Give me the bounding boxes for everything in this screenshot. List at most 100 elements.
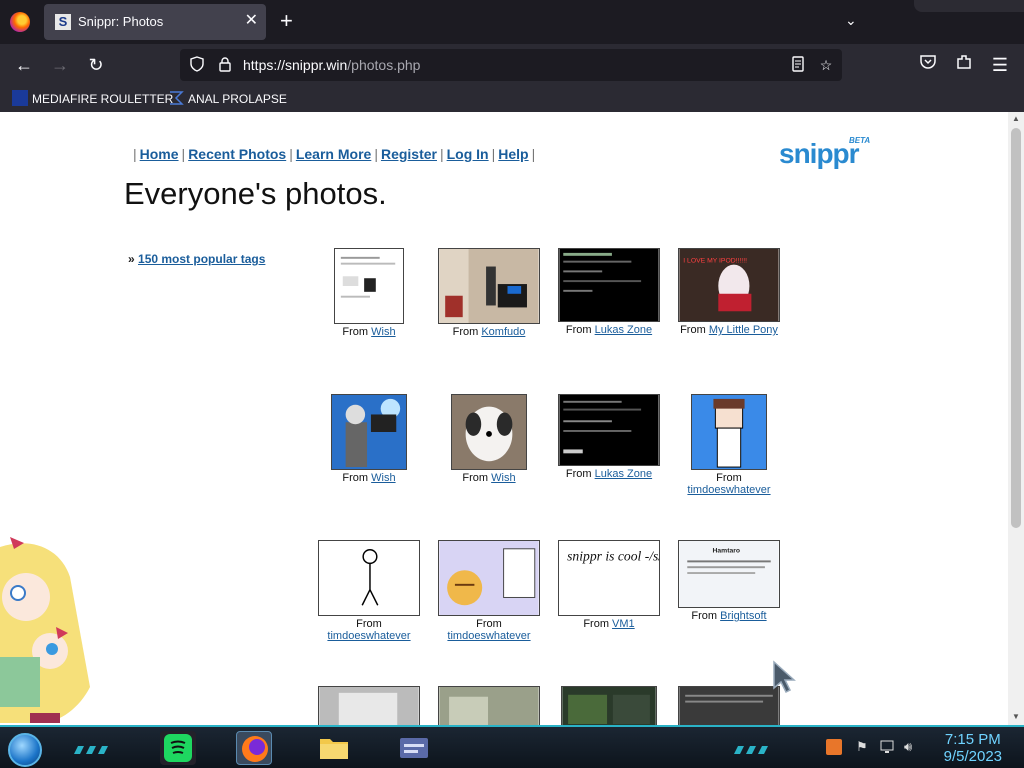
- photo-thumbnail[interactable]: [558, 248, 660, 322]
- from-label: From: [356, 618, 382, 630]
- volume-icon[interactable]: 🔊︎: [904, 739, 912, 755]
- snippr-favicon-icon: S: [55, 14, 71, 30]
- photo-thumbnail[interactable]: Hamtaro: [678, 540, 780, 608]
- photo-thumbnail[interactable]: [438, 686, 540, 725]
- tags-prefix: »: [128, 252, 135, 266]
- photo-thumbnail[interactable]: [561, 686, 657, 725]
- photo-thumbnail[interactable]: [318, 686, 420, 725]
- flag-icon[interactable]: ⚑: [856, 739, 868, 755]
- tab-snippr-photos[interactable]: S Snippr: Photos ✕: [44, 4, 266, 40]
- lock-icon[interactable]: [216, 56, 234, 74]
- app-window-button[interactable]: [396, 731, 432, 765]
- from-label: From: [452, 326, 479, 338]
- back-arrow-icon[interactable]: ←: [12, 53, 36, 77]
- photo-source-link[interactable]: Lukas Zone: [595, 324, 652, 336]
- photo-source-link[interactable]: VM1: [612, 618, 635, 630]
- photo-source-link[interactable]: Lukas Zone: [595, 468, 652, 480]
- photo-source-link[interactable]: Wish: [371, 472, 395, 484]
- firefox-icon[interactable]: [10, 12, 30, 32]
- photo-thumbnail[interactable]: I LOVE MY IPOD!!!!!!: [678, 248, 780, 322]
- photo-caption: From timdoeswhatever: [438, 618, 540, 642]
- firefox-app-button[interactable]: [236, 731, 272, 765]
- spotify-app-button[interactable]: [160, 731, 196, 765]
- network-icon[interactable]: [880, 739, 896, 758]
- browser-nav-bar: ← → ↻ https://snippr.win/photos.php ☆ ☰: [0, 44, 1024, 86]
- bookmark-mediafire[interactable]: MEDIAFIRE ROULETTER: [12, 90, 173, 108]
- forward-arrow-icon[interactable]: →: [48, 53, 72, 77]
- nav-learn-more[interactable]: Learn More: [296, 146, 371, 162]
- from-label: From: [583, 618, 609, 630]
- extensions-icon[interactable]: [952, 53, 976, 77]
- scroll-down-icon[interactable]: ▼: [1011, 712, 1021, 721]
- bookmark-second[interactable]: ANAL PROLAPSE: [168, 90, 287, 108]
- from-label: From: [342, 326, 369, 338]
- scroll-up-icon[interactable]: ▲: [1011, 114, 1021, 123]
- hamburger-menu-icon[interactable]: ☰: [988, 53, 1012, 77]
- photo-source-link[interactable]: Komfudo: [481, 326, 525, 338]
- shield-icon[interactable]: [188, 56, 206, 74]
- nav-recent-photos[interactable]: Recent Photos: [188, 146, 286, 162]
- photo-caption: From Lukas Zone: [558, 468, 660, 480]
- close-icon[interactable]: ✕: [245, 12, 258, 30]
- photo-caption: From Brightsoft: [678, 610, 780, 622]
- snippr-logo[interactable]: snippr BETA: [779, 136, 879, 174]
- window-decoration: [914, 0, 1024, 12]
- photo-thumbnail[interactable]: [318, 540, 420, 616]
- photo-source-link[interactable]: timdoeswhatever: [327, 630, 410, 642]
- nav-home[interactable]: Home: [140, 146, 179, 162]
- scrollbar-thumb[interactable]: [1011, 128, 1021, 528]
- photo-source-link[interactable]: timdoeswhatever: [447, 630, 530, 642]
- clock[interactable]: 7:15 PM 9/5/2023: [944, 731, 1002, 765]
- photo-thumbnail[interactable]: [558, 394, 660, 466]
- app-tray-icon[interactable]: [826, 739, 842, 758]
- page-scrollbar[interactable]: ▲ ▼: [1008, 112, 1024, 725]
- pocket-icon[interactable]: [916, 53, 940, 77]
- star-bookmark-icon[interactable]: ☆: [817, 56, 835, 74]
- nav-register[interactable]: Register: [381, 146, 437, 162]
- from-label: From: [462, 472, 489, 484]
- from-label: From: [476, 618, 502, 630]
- photo-item: [438, 686, 540, 725]
- from-label: From: [691, 610, 718, 622]
- photo-caption: From Wish: [320, 472, 418, 484]
- url-host: https://snippr.win: [243, 57, 348, 73]
- browser-tab-bar: S Snippr: Photos ✕ + ⌄: [0, 0, 1024, 44]
- photo-thumbnail[interactable]: [334, 248, 404, 324]
- url-text[interactable]: https://snippr.win/photos.php: [243, 57, 420, 73]
- photo-caption: From Lukas Zone: [558, 324, 660, 336]
- photo-thumbnail[interactable]: [438, 540, 540, 616]
- photo-thumbnail[interactable]: [451, 394, 527, 470]
- bookmark-label: ANAL PROLAPSE: [188, 92, 287, 106]
- photo-source-link[interactable]: Wish: [371, 326, 395, 338]
- photo-source-link[interactable]: Brightsoft: [720, 610, 766, 622]
- from-label: From: [565, 324, 592, 336]
- start-button[interactable]: [8, 733, 42, 767]
- file-explorer-button[interactable]: [316, 731, 352, 765]
- plus-icon[interactable]: +: [280, 10, 293, 32]
- photo-caption: From Wish: [440, 472, 538, 484]
- reload-icon[interactable]: ↻: [84, 53, 108, 77]
- photo-item: From timdoeswhatever: [680, 394, 778, 496]
- nav-log-in[interactable]: Log In: [447, 146, 489, 162]
- spotify-icon: [164, 734, 192, 762]
- chevron-down-icon[interactable]: ⌄: [845, 12, 857, 29]
- from-label: From: [565, 468, 592, 480]
- logo-text: snippr: [779, 138, 860, 169]
- photo-source-link[interactable]: timdoeswhatever: [687, 484, 770, 496]
- popular-tags-link[interactable]: 150 most popular tags: [138, 252, 265, 266]
- photo-thumbnail[interactable]: [438, 248, 540, 324]
- taskbar-decor-right: [728, 741, 768, 754]
- photo-item: [560, 686, 658, 725]
- site-nav: | Home | Recent Photos | Learn More | Register |…: [133, 146, 536, 162]
- nav-help[interactable]: Help: [498, 146, 528, 162]
- photo-source-link[interactable]: Wish: [491, 472, 515, 484]
- taskbar-decor-left: [74, 741, 114, 754]
- photo-thumbnail[interactable]: [331, 394, 407, 470]
- photo-source-link[interactable]: My Little Pony: [709, 324, 778, 336]
- photo-thumbnail[interactable]: [691, 394, 767, 470]
- photo-thumbnail[interactable]: [678, 686, 780, 725]
- mediafire-icon: [12, 90, 28, 106]
- url-bar[interactable]: https://snippr.win/photos.php ☆: [180, 49, 842, 81]
- photo-thumbnail[interactable]: snippr is cool -/s/: [558, 540, 660, 616]
- reader-view-icon[interactable]: [789, 56, 807, 74]
